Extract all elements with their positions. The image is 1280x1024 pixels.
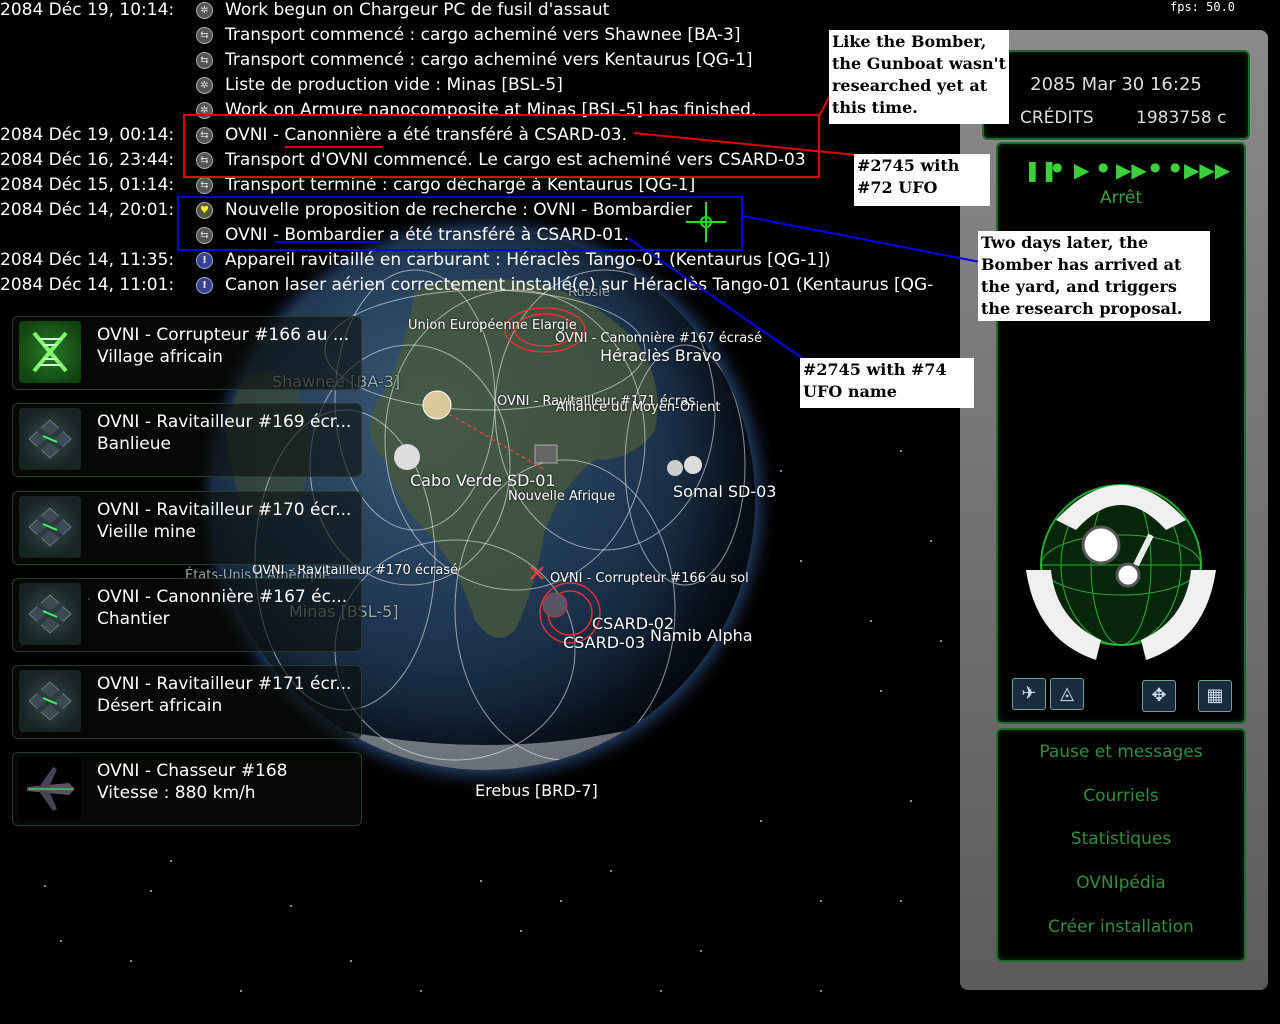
annotation-lines: [275, 91, 981, 361]
annotation-note-72: #2745 with #72 UFO name: [854, 154, 990, 219]
annotation-note-gunboat: Like the Bomber, the Gunboat wasn't rese…: [829, 30, 1009, 124]
annotation-note-74: #2745 with #74 UFO name: [800, 358, 974, 408]
annotation-note-bomber: Two days later, the Bomber has arrived a…: [978, 231, 1210, 321]
